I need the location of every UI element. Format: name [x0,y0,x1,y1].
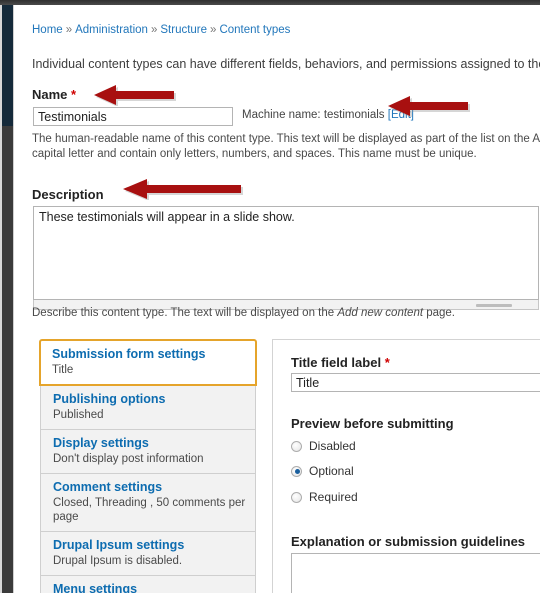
machine-name-edit-link[interactable]: [Edit] [388,109,414,121]
breadcrumb-separator: » [210,24,217,36]
breadcrumb-item-administration[interactable]: Administration [75,24,148,36]
breadcrumb-item-structure[interactable]: Structure [160,24,207,36]
name-input[interactable] [33,107,233,126]
page-content: Home» Administration» Structure» Content ty… [14,5,540,593]
vertical-tab-title: Display settings [53,436,149,450]
vertical-tab-submission-form-settings[interactable]: Submission form settings Title [39,339,257,386]
vertical-tab-summary: Drupal Ipsum is disabled. [53,555,183,567]
breadcrumb: Home» Administration» Structure» Content ty… [32,24,290,36]
vertical-tab-summary: Title [52,364,74,376]
machine-name-value: testimonials [323,109,385,121]
name-help-line-2: capital letter and contain only letters,… [32,148,477,160]
preview-before-submitting-label: Preview before submitting [291,416,454,431]
description-help-italic: Add new content [337,307,424,319]
vertical-tab-publishing-options[interactable]: Publishing options Published [40,386,256,430]
title-field-label-text: Title field label [291,355,382,370]
breadcrumb-item-home[interactable]: Home [32,24,63,36]
vertical-tab-summary: Don't display post information [53,453,204,465]
radio-label-disabled: Disabled [309,439,356,453]
vertical-tab-title: Submission form settings [52,347,206,361]
admin-toolbar-rail-lower [2,126,13,593]
required-asterisk: * [71,87,77,102]
name-field-label: Name * [32,87,76,102]
name-help-line-1: The human-readable name of this content … [32,133,540,145]
vertical-tab-drupal-ipsum-settings[interactable]: Drupal Ipsum settings Drupal Ipsum is dis… [40,532,256,576]
admin-toolbar-rail-upper [2,5,13,126]
vertical-tab-menu-settings[interactable]: Menu settings [40,576,256,593]
breadcrumb-item-content-types[interactable]: Content types [219,24,290,36]
vertical-tab-title: Publishing options [53,392,166,406]
description-help-after: page. [423,307,456,319]
name-field-help-text: The human-readable name of this content … [32,132,540,162]
title-field-input[interactable] [291,373,540,392]
description-field-label: Description [32,187,104,202]
required-asterisk: * [384,355,390,370]
description-textarea[interactable] [33,206,539,300]
vertical-tab-summary: Published [53,409,104,421]
vertical-tab-title: Comment settings [53,480,163,494]
explanation-guidelines-textarea[interactable] [291,553,540,593]
breadcrumb-separator: » [150,24,158,36]
name-label-text: Name [32,87,68,102]
radio-label-required: Required [309,490,358,504]
vertical-tab-display-settings[interactable]: Display settings Don't display post infor… [40,430,256,474]
title-field-label: Title field label * [291,355,390,370]
radio-option-disabled[interactable]: Disabled [291,439,356,453]
radio-label-optional: Optional [309,464,354,478]
vertical-tab-title: Drupal Ipsum settings [53,538,185,552]
radio-circle-icon[interactable] [291,465,302,477]
resize-grip-icon [476,304,512,307]
machine-name-display: Machine name: testimonials [Edit] [242,109,414,121]
vertical-tab-comment-settings[interactable]: Comment settings Closed, Threading , 50 c… [40,474,256,532]
vertical-tabs-list: Submission form settings Title Publishing … [39,339,257,593]
vertical-tab-summary: Closed, Threading , 50 comments per page [53,497,246,523]
radio-option-required[interactable]: Required [291,490,358,504]
breadcrumb-separator: » [65,24,73,36]
intro-text: Individual content types can have differ… [32,57,540,71]
description-help-before: Describe this content type. The text wil… [32,307,338,319]
radio-circle-icon[interactable] [291,440,302,452]
machine-name-prefix: Machine name: [242,109,324,121]
vertical-tab-title: Menu settings [53,582,138,593]
radio-option-optional[interactable]: Optional [291,464,354,478]
description-field-help-text: Describe this content type. The text wil… [32,307,455,319]
explanation-guidelines-label: Explanation or submission guidelines [291,534,526,549]
radio-circle-icon[interactable] [291,491,302,503]
